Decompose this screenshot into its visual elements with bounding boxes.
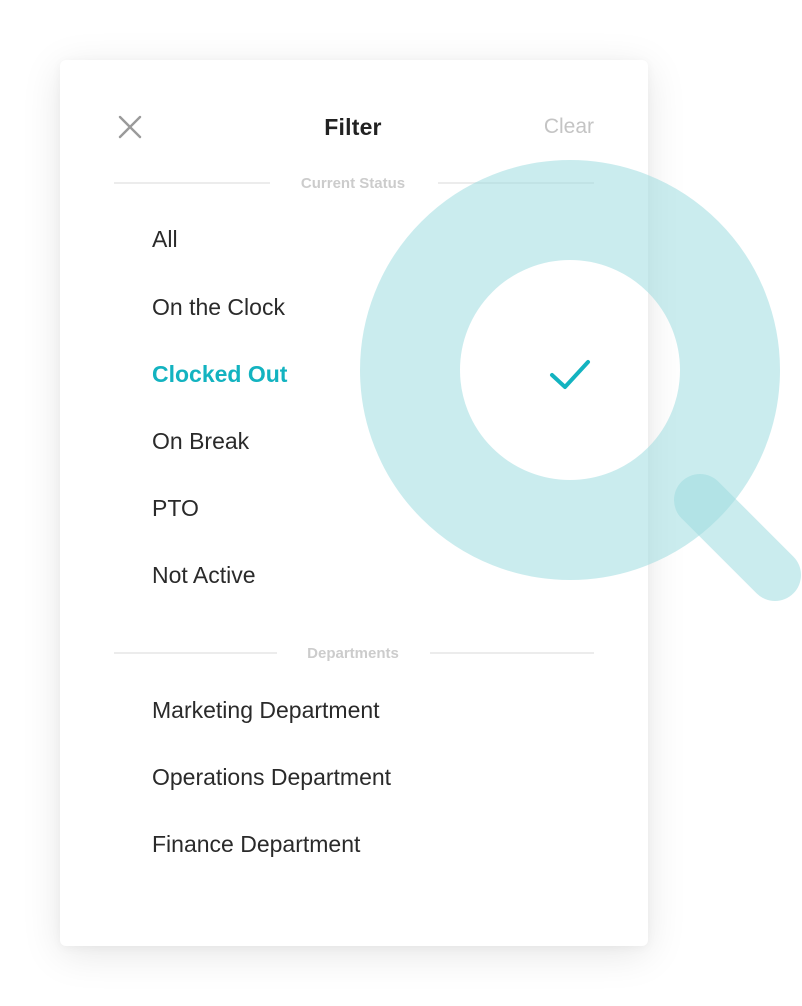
- status-item-pto[interactable]: PTO: [152, 495, 199, 522]
- section-label-departments: Departments: [307, 645, 399, 662]
- close-icon[interactable]: [116, 113, 144, 141]
- status-item-all[interactable]: All: [152, 226, 178, 253]
- divider-line-right: [438, 182, 594, 184]
- department-item-marketing[interactable]: Marketing Department: [152, 697, 380, 724]
- status-item-on-break[interactable]: On Break: [152, 428, 249, 455]
- clear-button[interactable]: Clear: [520, 115, 594, 139]
- divider-line-left: [114, 182, 270, 184]
- department-item-operations[interactable]: Operations Department: [152, 764, 391, 791]
- page-title: Filter: [324, 114, 382, 140]
- status-item-on-the-clock[interactable]: On the Clock: [152, 294, 285, 321]
- divider-line-right: [430, 652, 594, 654]
- section-label-status: Current Status: [300, 175, 406, 192]
- department-item-finance[interactable]: Finance Department: [152, 831, 360, 858]
- filter-screen: Filter Clear Current Status All On the C…: [0, 0, 802, 1006]
- status-item-clocked-out[interactable]: Clocked Out: [152, 361, 287, 388]
- filter-panel: [60, 60, 648, 946]
- checkmark-icon: [548, 357, 592, 393]
- divider-line-left: [114, 652, 277, 654]
- status-item-not-active[interactable]: Not Active: [152, 562, 256, 589]
